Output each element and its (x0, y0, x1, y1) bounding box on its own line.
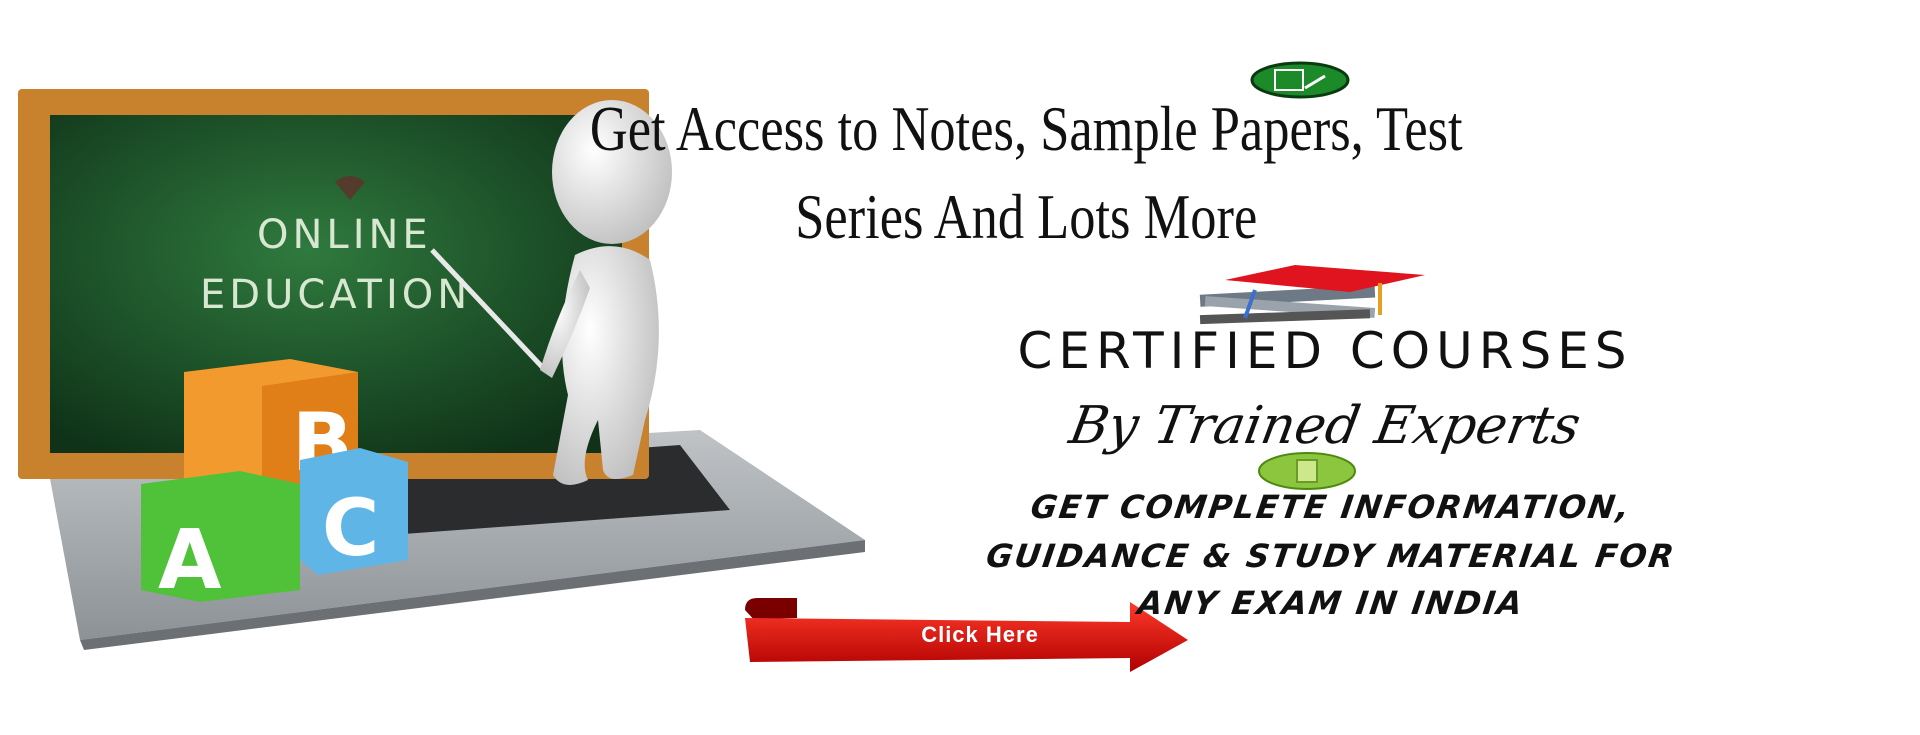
books-graduation-cap-icon (1199, 265, 1425, 325)
certified-courses-heading: CERTIFIED COURSES (1017, 322, 1633, 380)
tagline: By Trained Experts (1065, 396, 1585, 456)
headline-line2: Series And Lots More (795, 181, 1258, 252)
click-here-button[interactable]: Click Here (830, 622, 1130, 648)
board-text-education: EDUCATION (200, 272, 471, 318)
headline-line1: Get Access to Notes, Sample Papers, Test (589, 93, 1463, 164)
document-icon (1258, 452, 1356, 490)
info-line2: GUIDANCE & STUDY MATERIAL FOR (983, 537, 1679, 575)
info-line1: GET COMPLETE INFORMATION, (1028, 488, 1634, 526)
info-line3: ANY EXAM IN INDIA (1135, 584, 1527, 622)
